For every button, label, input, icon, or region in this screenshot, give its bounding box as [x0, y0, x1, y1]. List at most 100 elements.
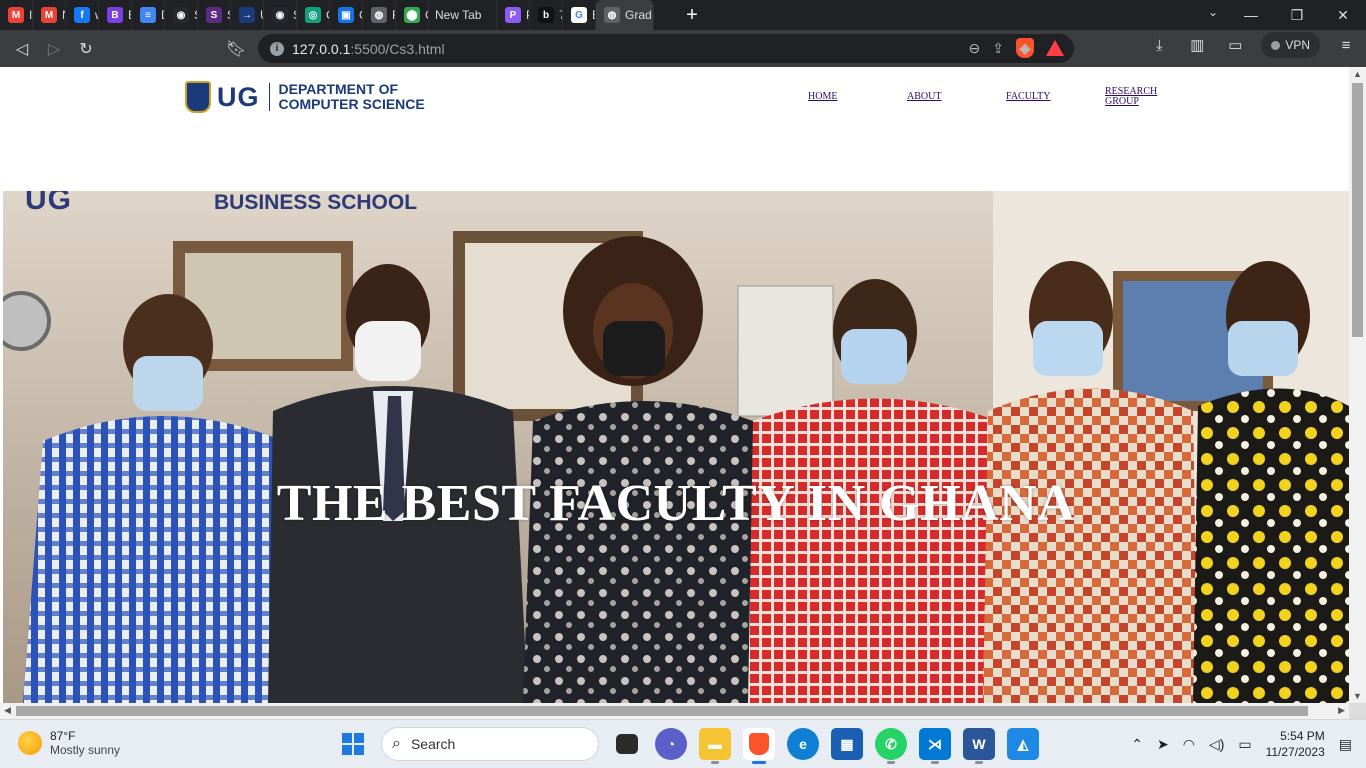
- facebook-icon: f: [74, 7, 90, 23]
- nav-research-line2[interactable]: GROUP: [1105, 97, 1157, 107]
- file-explorer-icon[interactable]: ▬: [699, 728, 731, 764]
- vpn-button[interactable]: VPN: [1261, 32, 1320, 58]
- tab-strip: MInboxMNewfwwwBBack≡DCI◉SurpSSaka→UG◉Sur…: [0, 0, 1366, 30]
- browser-toolbar: ◁ ▷ ↻ 🔖︎ i 127.0.0.1:5500/Cs3.html ⊖ ⇪ ◈…: [0, 30, 1366, 67]
- zoom-icon[interactable]: ⊖: [969, 40, 981, 57]
- url-host: 127.0.0.1: [292, 40, 351, 57]
- browser-tab[interactable]: b7 Be: [530, 0, 563, 30]
- taskbar-search-label: Search: [410, 736, 456, 752]
- word-icon[interactable]: W: [963, 728, 995, 764]
- minimize-icon[interactable]: —: [1228, 0, 1274, 30]
- vertical-scroll-thumb[interactable]: [1352, 83, 1363, 337]
- vpn-label: VPN: [1285, 38, 1310, 52]
- gmail-icon: M: [8, 7, 24, 23]
- battery-icon[interactable]: ▭: [1238, 736, 1251, 753]
- nav-faculty[interactable]: FACULTY: [1006, 92, 1050, 102]
- chat-icon[interactable]: ◔: [655, 728, 687, 760]
- nav-about[interactable]: ABOUT: [907, 92, 941, 102]
- task-view-icon[interactable]: [616, 734, 638, 754]
- browser-tab[interactable]: fwww: [66, 0, 99, 30]
- browser-tab[interactable]: SSaka: [198, 0, 231, 30]
- ug-crest-icon: [185, 81, 211, 113]
- menu-icon[interactable]: ≡: [1334, 37, 1358, 54]
- search-icon: ⌕: [392, 735, 401, 752]
- browser-tab-active[interactable]: ◍Grad×: [596, 0, 654, 30]
- nav-home-link[interactable]: HOME: [808, 92, 837, 102]
- wallet-icon[interactable]: ▭: [1223, 36, 1247, 54]
- browser-tab[interactable]: GBest: [563, 0, 596, 30]
- notification-icon[interactable]: ▤: [1339, 736, 1352, 753]
- new-tab-button[interactable]: +: [674, 4, 710, 27]
- scroll-right-icon[interactable]: ▶: [1338, 705, 1345, 716]
- sakai-icon: S: [206, 7, 222, 23]
- browser-tab[interactable]: ◉Surp: [165, 0, 198, 30]
- volume-icon[interactable]: ◁): [1209, 736, 1224, 753]
- download-icon[interactable]: ⤓: [1147, 37, 1171, 54]
- weather-temperature: 87°F: [50, 729, 76, 743]
- address-bar[interactable]: i 127.0.0.1:5500/Cs3.html ⊖ ⇪ ◈: [258, 34, 1074, 63]
- google-icon: G: [571, 7, 587, 23]
- browser-tab[interactable]: ◍Rese: [363, 0, 396, 30]
- back-button[interactable]: ◁: [6, 33, 38, 65]
- taskbar-search[interactable]: ⌕ Search: [381, 727, 599, 761]
- tab-label: New Tab: [435, 8, 482, 22]
- photos-icon[interactable]: ◭: [1007, 728, 1039, 760]
- reload-button[interactable]: ↻: [70, 33, 102, 65]
- scroll-down-icon[interactable]: ▼: [1353, 691, 1362, 701]
- vertical-scrollbar[interactable]: ▲ ▼: [1349, 67, 1366, 703]
- weather-widget[interactable]: 87°F Mostly sunny: [18, 729, 120, 757]
- close-window-icon[interactable]: ✕: [1320, 0, 1366, 30]
- tray-overflow-icon[interactable]: ⌃: [1131, 736, 1143, 753]
- browser-tab[interactable]: PPoe: [497, 0, 530, 30]
- wifi-icon[interactable]: ◠: [1183, 736, 1195, 753]
- nav-about-link[interactable]: ABOUT: [907, 92, 941, 102]
- nav-research-group[interactable]: RESEARCH GROUP: [1105, 87, 1157, 107]
- scrollbar-corner: [1349, 703, 1366, 719]
- nav-home[interactable]: HOME: [808, 92, 837, 102]
- brave-shields-icon[interactable]: ◈: [1016, 38, 1034, 58]
- browser-tab[interactable]: ⬤Con: [396, 0, 429, 30]
- scroll-left-icon[interactable]: ◀: [4, 705, 11, 716]
- sidebar-icon[interactable]: ▥: [1185, 36, 1209, 54]
- browser-tab[interactable]: ◉Surp: [264, 0, 297, 30]
- browser-tab[interactable]: MInbox: [0, 0, 33, 30]
- brave-browser-icon[interactable]: [743, 728, 775, 764]
- browser-tab[interactable]: MNew: [33, 0, 66, 30]
- chatgpt-icon: ◎: [305, 7, 321, 23]
- forward-button[interactable]: ▷: [38, 33, 70, 65]
- restore-icon[interactable]: ❐: [1274, 0, 1320, 30]
- globe-icon: ◍: [604, 7, 620, 23]
- brave-rewards-icon[interactable]: [1046, 40, 1064, 56]
- url-path: :5500/Cs3.html: [350, 40, 445, 57]
- nav-faculty-link[interactable]: FACULTY: [1006, 92, 1050, 102]
- browser-tab[interactable]: BBack: [99, 0, 132, 30]
- contacts-icon: ▣: [338, 7, 354, 23]
- weather-condition: Mostly sunny: [50, 743, 121, 757]
- share-icon[interactable]: ⇪: [992, 40, 1004, 57]
- browser-tab[interactable]: New Tab: [429, 0, 497, 30]
- scroll-up-icon[interactable]: ▲: [1353, 69, 1362, 79]
- docs-icon: ≡: [140, 7, 156, 23]
- taskbar: 87°F Mostly sunny ⌕ Search ◔ ▬ e ▦ ✆ ⋊ W…: [0, 719, 1366, 768]
- vscode-icon[interactable]: ⋊: [919, 728, 951, 764]
- browser-tab[interactable]: ≡DCI: [132, 0, 165, 30]
- store-icon[interactable]: ▦: [831, 728, 863, 760]
- horizontal-scrollbar[interactable]: ◀ ▶: [0, 703, 1349, 719]
- bookmark-icon[interactable]: 🔖︎: [220, 33, 252, 65]
- ug-icon: →: [239, 7, 255, 23]
- site-info-icon[interactable]: i: [270, 41, 284, 56]
- whatsapp-icon[interactable]: ✆: [875, 728, 907, 764]
- tab-search-icon[interactable]: ⌄: [1208, 5, 1218, 19]
- vpn-status-icon: [1271, 40, 1281, 50]
- browser-tab[interactable]: ▣CBA: [330, 0, 363, 30]
- horizontal-scroll-thumb[interactable]: [16, 706, 1308, 716]
- browser-tab[interactable]: →UG: [231, 0, 264, 30]
- start-button[interactable]: [337, 728, 369, 760]
- clock[interactable]: 5:54 PM 11/27/2023: [1266, 728, 1325, 760]
- browser-tab[interactable]: ◎Chat: [297, 0, 330, 30]
- edge-icon[interactable]: e: [787, 728, 819, 760]
- window-controls: — ❐ ✕: [1228, 0, 1366, 30]
- location-icon[interactable]: ➤: [1157, 736, 1169, 753]
- logo-divider: [268, 83, 270, 111]
- site-logo[interactable]: UG DEPARTMENT OF COMPUTER SCIENCE: [185, 81, 425, 113]
